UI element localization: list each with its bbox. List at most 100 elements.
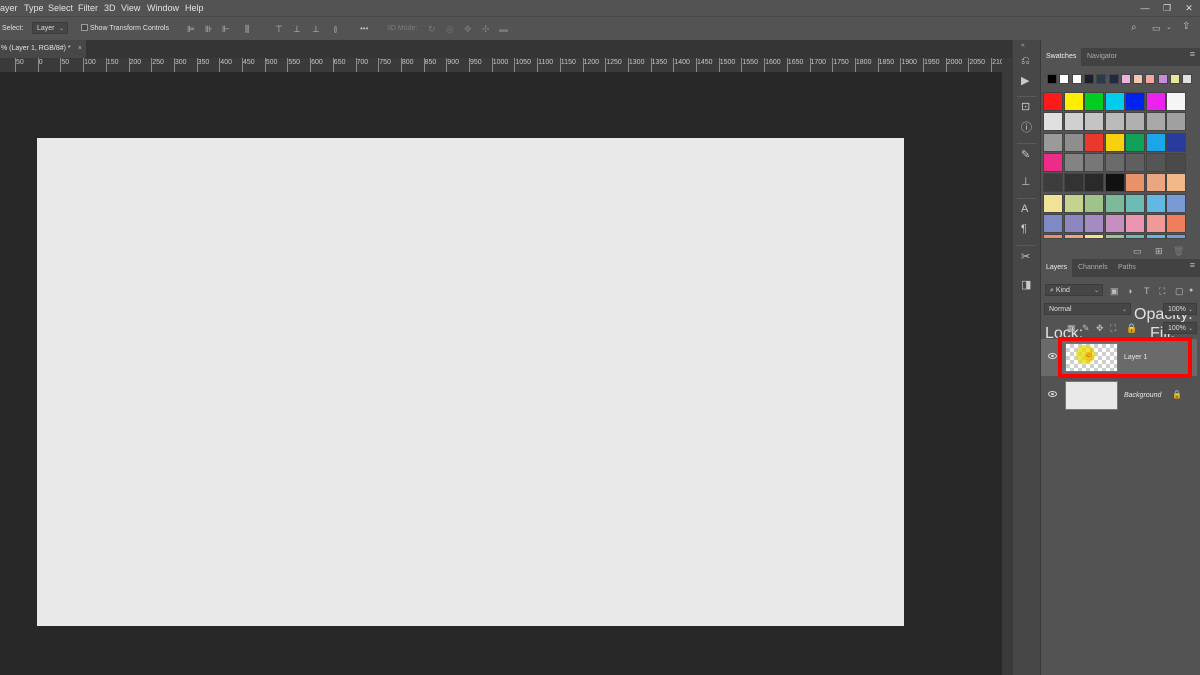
new-group-icon[interactable]: ▭ [1133, 246, 1142, 256]
recent-swatch[interactable] [1071, 74, 1082, 84]
lock-artboard-icon[interactable]: ⛶ [1110, 323, 1116, 333]
color-swatch[interactable] [1084, 132, 1104, 152]
minimize-button[interactable]: — [1134, 0, 1156, 16]
character-icon[interactable]: A [1021, 204, 1028, 215]
color-swatch[interactable] [1043, 213, 1063, 233]
actions-play-icon[interactable]: ▶ [1021, 76, 1029, 87]
recent-swatch[interactable] [1182, 74, 1193, 84]
auto-select-dropdown[interactable]: Layer ⌄ [32, 22, 68, 34]
color-swatch[interactable] [1145, 132, 1166, 152]
lock-transparent-icon[interactable]: ▦ [1067, 323, 1076, 333]
color-swatch[interactable] [1084, 112, 1104, 132]
collapse-arrows-icon[interactable]: « [1021, 42, 1034, 49]
color-swatch[interactable] [1063, 234, 1084, 240]
slide-3d-icon[interactable]: ✣ [482, 24, 490, 34]
delete-swatch-icon[interactable]: 🗑 [1173, 246, 1184, 256]
color-swatch[interactable] [1043, 193, 1063, 213]
recent-swatch[interactable] [1108, 74, 1119, 84]
info-icon[interactable]: ⓘ [1021, 123, 1032, 134]
more-options-button[interactable]: ••• [360, 24, 368, 34]
panel-menu-icon[interactable]: ≡ [1190, 49, 1195, 59]
roll-3d-icon[interactable]: ◎ [446, 24, 454, 34]
filter-pixel-icon[interactable]: ▣ [1110, 286, 1119, 296]
color-swatch[interactable] [1145, 92, 1166, 111]
color-swatch[interactable] [1104, 213, 1125, 233]
color-swatch[interactable] [1145, 173, 1166, 193]
color-swatch[interactable] [1166, 132, 1186, 152]
eye-icon[interactable] [1048, 353, 1057, 359]
tools-icon[interactable]: ✂ [1021, 252, 1030, 263]
libraries-icon[interactable]: ⊡ [1021, 102, 1030, 113]
color-swatch[interactable] [1104, 112, 1125, 132]
color-swatch[interactable] [1166, 213, 1186, 233]
color-swatch[interactable] [1125, 213, 1145, 233]
color-swatch[interactable] [1125, 193, 1145, 213]
color-swatch[interactable] [1043, 92, 1063, 111]
color-swatch[interactable] [1104, 132, 1125, 152]
tab-channels[interactable]: Channels [1073, 259, 1113, 277]
color-swatch[interactable] [1125, 112, 1145, 132]
paragraph-icon[interactable]: ¶ [1021, 224, 1027, 235]
recent-swatch[interactable] [1145, 74, 1156, 84]
search-icon[interactable]: ⌕ [1131, 23, 1137, 33]
filter-shape-icon[interactable]: ⛶ [1159, 286, 1165, 296]
filter-type-icon[interactable]: T [1144, 286, 1150, 296]
menu-filter[interactable]: Filter [78, 3, 98, 13]
color-swatch[interactable] [1125, 234, 1145, 240]
color-swatch[interactable] [1063, 92, 1084, 111]
share-icon[interactable]: ⇪ [1182, 22, 1190, 32]
color-swatch[interactable] [1043, 234, 1063, 240]
color-swatch[interactable] [1063, 112, 1084, 132]
new-swatch-icon[interactable]: ⊞ [1155, 246, 1163, 256]
color-swatch[interactable] [1166, 193, 1186, 213]
opacity-field[interactable]: 100% ⌄ [1163, 303, 1197, 315]
document-canvas[interactable] [37, 138, 904, 626]
menu-select[interactable]: Select [48, 3, 73, 13]
glyphs-icon[interactable]: ◨ [1021, 280, 1031, 291]
tab-swatches[interactable]: Swatches [1041, 48, 1082, 66]
color-swatch[interactable] [1084, 213, 1104, 233]
align-right-icon[interactable]: ⊩ [222, 24, 230, 34]
menu-type[interactable]: Type [24, 3, 44, 13]
color-swatch[interactable] [1166, 173, 1186, 193]
lock-all-icon[interactable]: 🔒 [1126, 323, 1137, 333]
layer-row-background[interactable]: Background 🔒 [1041, 377, 1197, 414]
color-swatch[interactable] [1043, 112, 1063, 132]
align-left-icon[interactable]: ⊫ [187, 24, 195, 34]
distribute-vertical-icon[interactable]: ⫾ [334, 24, 337, 34]
color-swatch[interactable] [1145, 234, 1166, 240]
color-swatch[interactable] [1145, 152, 1166, 172]
tab-navigator[interactable]: Navigator [1082, 48, 1122, 66]
layer-filter-dropdown[interactable]: ⌕ Kind ⌄ [1045, 284, 1103, 296]
color-swatch[interactable] [1145, 112, 1166, 132]
orbit-3d-icon[interactable]: ↻ [428, 24, 436, 34]
color-swatch[interactable] [1166, 112, 1186, 132]
color-swatch[interactable] [1104, 92, 1125, 111]
color-swatch[interactable] [1084, 152, 1104, 172]
menu-window[interactable]: Window [147, 3, 179, 13]
lock-position-icon[interactable]: ✥ [1096, 323, 1104, 333]
color-swatch[interactable] [1125, 132, 1145, 152]
menu-help[interactable]: Help [185, 3, 204, 13]
brush-icon[interactable]: ✎ [1021, 150, 1030, 161]
color-swatch[interactable] [1166, 234, 1186, 240]
distribute-icon[interactable]: ⫼ [245, 24, 249, 34]
history-icon[interactable]: ⎌ [1021, 56, 1030, 67]
color-swatch[interactable] [1043, 132, 1063, 152]
color-swatch[interactable] [1125, 173, 1145, 193]
menu-layer[interactable]: ayer [0, 3, 18, 13]
recent-swatch[interactable] [1157, 74, 1168, 84]
filter-adjustment-icon[interactable]: ◑ [1127, 286, 1132, 296]
align-middle-icon[interactable]: ⊥ [293, 24, 301, 34]
color-swatch[interactable] [1084, 234, 1104, 240]
menu-3d[interactable]: 3D [104, 3, 116, 13]
color-swatch[interactable] [1104, 193, 1125, 213]
recent-swatch[interactable] [1059, 74, 1070, 84]
color-swatch[interactable] [1166, 152, 1186, 172]
tab-paths[interactable]: Paths [1113, 259, 1141, 277]
restore-button[interactable]: ❐ [1156, 0, 1178, 16]
recent-swatch[interactable] [1047, 74, 1057, 84]
align-top-icon[interactable]: ⊤ [275, 24, 283, 34]
workspace-chevron-icon[interactable]: ⌄ [1166, 23, 1172, 33]
recent-swatch[interactable] [1133, 74, 1144, 84]
